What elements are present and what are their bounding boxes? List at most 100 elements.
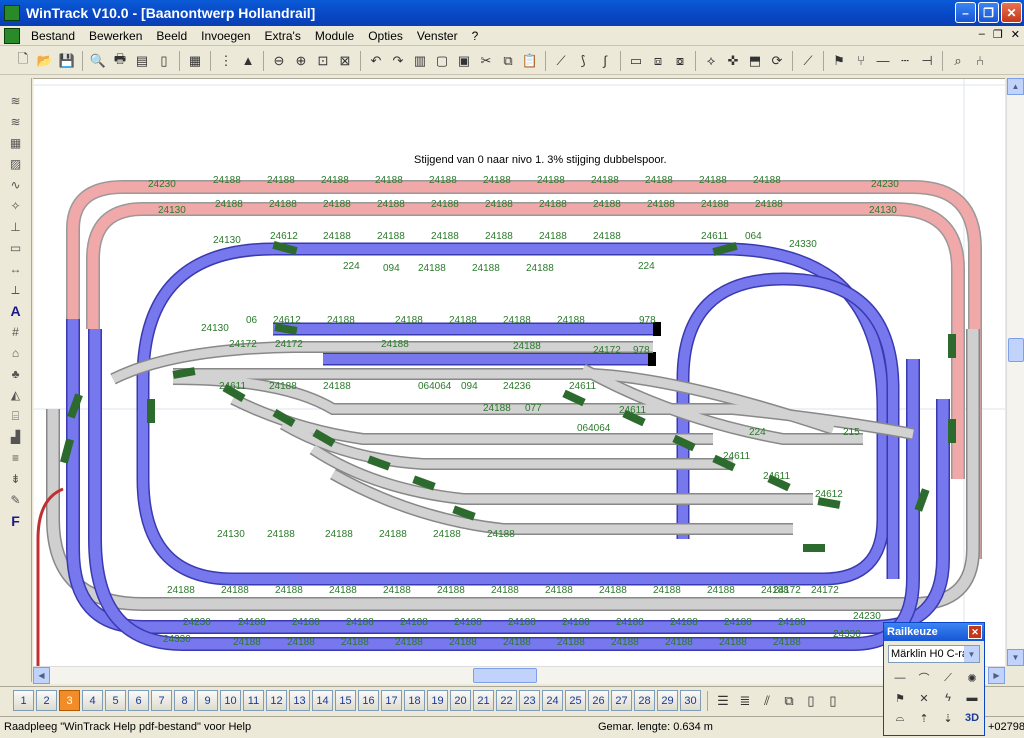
layer-button-6[interactable]: 6	[128, 690, 149, 711]
library-icon[interactable]: ▦	[184, 50, 206, 72]
menu-bewerken[interactable]: Bewerken	[82, 29, 149, 43]
search-icon[interactable]: ⌕	[947, 50, 969, 72]
layer-button-15[interactable]: 15	[335, 690, 356, 711]
signal-icon[interactable]: ⚑	[828, 50, 850, 72]
signal-icon[interactable]: ⚑	[890, 689, 910, 707]
down-icon[interactable]: ⇣	[938, 709, 958, 727]
platform-tool-icon[interactable]: ⊥	[5, 218, 27, 236]
crossing-icon[interactable]: ✕	[914, 689, 934, 707]
chart-tool-icon[interactable]: ▟	[5, 428, 27, 446]
tunnel-icon[interactable]: ⌓	[890, 709, 910, 727]
copy-icon[interactable]: ⧉	[497, 50, 519, 72]
straight-icon[interactable]: —	[890, 669, 910, 687]
line-icon[interactable]: —	[872, 50, 894, 72]
rotate-icon[interactable]: ⟳	[766, 50, 788, 72]
layer-print-icon[interactable]: ⧉	[778, 690, 800, 712]
layer-button-29[interactable]: 29	[657, 690, 678, 711]
vertical-scroll-thumb[interactable]	[1008, 338, 1024, 362]
vertical-scrollbar[interactable]: ▲ ▼	[1006, 78, 1024, 666]
layer-extra1-icon[interactable]: ▯	[800, 690, 822, 712]
switch-icon[interactable]: ⟋	[938, 669, 958, 687]
curve-icon[interactable]: ⌒	[914, 669, 934, 687]
layer-button-13[interactable]: 13	[289, 690, 310, 711]
layout-canvas[interactable]: Stijgend van 0 naar nivo 1. 3% stijging …	[33, 78, 1005, 666]
layer-button-16[interactable]: 16	[358, 690, 379, 711]
curve-track-icon[interactable]: ∫	[594, 50, 616, 72]
measure-icon[interactable]: ⟡	[700, 50, 722, 72]
house-tool-icon[interactable]: ⌂	[5, 344, 27, 362]
3d-view-icon[interactable]: 3D	[962, 709, 982, 727]
buffer-icon[interactable]: ▬	[962, 689, 982, 707]
tree-tool-icon[interactable]: ♣	[5, 365, 27, 383]
layer-button-17[interactable]: 17	[381, 690, 402, 711]
layer-button-10[interactable]: 10	[220, 690, 241, 711]
menu-opties[interactable]: Opties	[361, 29, 410, 43]
layer-button-9[interactable]: 9	[197, 690, 218, 711]
fork-icon[interactable]: ⑃	[969, 50, 991, 72]
dashed-icon[interactable]: ┄	[894, 50, 916, 72]
layer-button-7[interactable]: 7	[151, 690, 172, 711]
open-file-icon[interactable]: 📂	[34, 50, 56, 72]
height-icon[interactable]: ⬒	[744, 50, 766, 72]
scroll-right-arrow-icon[interactable]: ▶	[988, 667, 1005, 684]
measure-tool-icon[interactable]: ⟂	[5, 281, 27, 299]
grid-tool-icon[interactable]: ▦	[5, 134, 27, 152]
landscape-icon[interactable]: ▲	[237, 50, 259, 72]
layer-extra2-icon[interactable]: ▯	[822, 690, 844, 712]
wand-tool-icon[interactable]: ✧	[5, 197, 27, 215]
document-icon[interactable]	[4, 27, 20, 44]
layer-button-21[interactable]: 21	[473, 690, 494, 711]
flex-track2-tool-icon[interactable]: ≋	[5, 113, 27, 131]
layer-button-20[interactable]: 20	[450, 690, 471, 711]
box-tool-icon[interactable]: ▭	[5, 239, 27, 257]
up-icon[interactable]: ⇡	[914, 709, 934, 727]
layer-button-11[interactable]: 11	[243, 690, 264, 711]
layer-button-25[interactable]: 25	[565, 690, 586, 711]
layer-button-22[interactable]: 22	[496, 690, 517, 711]
layer-button-3[interactable]: 3	[59, 690, 80, 711]
branch-icon[interactable]: ⑂	[850, 50, 872, 72]
paste-icon[interactable]: 📋	[519, 50, 541, 72]
scroll-left-arrow-icon[interactable]: ◀	[33, 667, 50, 684]
hatch-tool-icon[interactable]: ▨	[5, 155, 27, 173]
zoom-out-icon[interactable]: ⊖	[268, 50, 290, 72]
layer-button-4[interactable]: 4	[82, 690, 103, 711]
scroll-up-arrow-icon[interactable]: ▲	[1007, 78, 1024, 95]
layer-button-1[interactable]: 1	[13, 690, 34, 711]
connect-icon[interactable]: ⧈	[647, 50, 669, 72]
layer-button-18[interactable]: 18	[404, 690, 425, 711]
disconnect-icon[interactable]: ⧇	[669, 50, 691, 72]
horizontal-scrollbar[interactable]: ◀ ▶	[33, 666, 1005, 684]
rail-panel-title-bar[interactable]: Railkeuze ✕	[884, 623, 984, 641]
chevron-down-icon[interactable]: ▼	[964, 646, 979, 662]
layer-button-30[interactable]: 30	[680, 690, 701, 711]
track-plan-svg[interactable]: Stijgend van 0 naar nivo 1. 3% stijging …	[33, 79, 1005, 666]
number-tool-icon[interactable]: #	[5, 323, 27, 341]
menu-module[interactable]: Module	[308, 29, 361, 43]
wave-tool-icon[interactable]: ∿	[5, 176, 27, 194]
print-icon[interactable]: 🖶	[109, 50, 131, 72]
layer-button-12[interactable]: 12	[266, 690, 287, 711]
hill-tool-icon[interactable]: ◭	[5, 386, 27, 404]
layer-button-26[interactable]: 26	[588, 690, 609, 711]
menu-bestand[interactable]: Bestand	[24, 29, 82, 43]
layer-button-27[interactable]: 27	[611, 690, 632, 711]
print-preview-icon[interactable]: 🔍	[87, 50, 109, 72]
layer-lock-icon[interactable]: ⫽	[756, 690, 778, 712]
properties-icon[interactable]: ▥	[409, 50, 431, 72]
restore-button[interactable]: ❐	[978, 2, 999, 23]
station-icon[interactable]: ▭	[625, 50, 647, 72]
flex-track-icon[interactable]: ⟆	[572, 50, 594, 72]
zoom-in-icon[interactable]: ⊕	[290, 50, 312, 72]
zoom-all-icon[interactable]: ⊠	[334, 50, 356, 72]
rail-system-select[interactable]: Märklin H0 C-ra ▼	[888, 645, 980, 663]
dimension-tool-icon[interactable]: ↔	[5, 260, 27, 278]
scroll-down-arrow-icon[interactable]: ▼	[1007, 649, 1024, 666]
slope-icon[interactable]: ⟋	[797, 50, 819, 72]
distribute-tool-icon[interactable]: ⇟	[5, 470, 27, 488]
page-icon[interactable]: ▯	[153, 50, 175, 72]
layer-stack-icon[interactable]: ☰	[712, 690, 734, 712]
redo-icon[interactable]: ↷	[387, 50, 409, 72]
minimize-button[interactable]: –	[955, 2, 976, 23]
new-file-icon[interactable]: 🗋	[12, 50, 34, 72]
